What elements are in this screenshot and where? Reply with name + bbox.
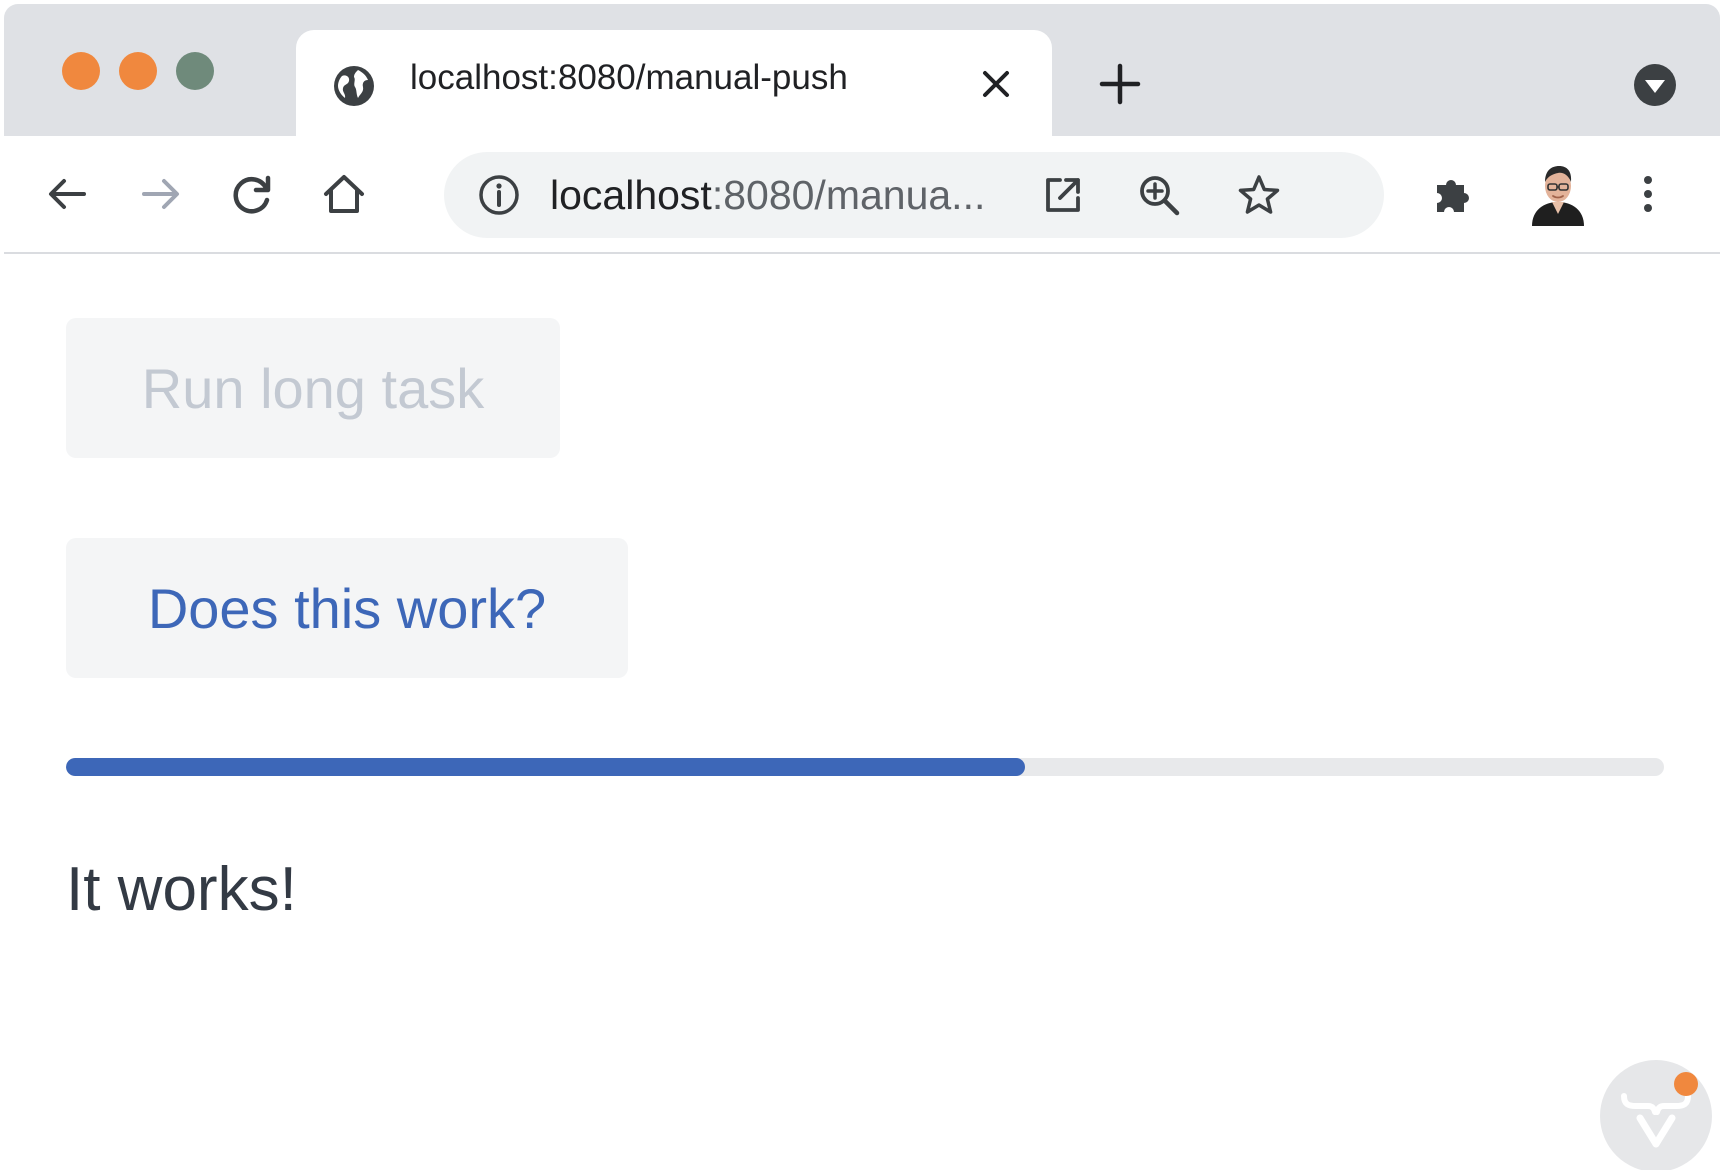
forward-arrow-icon[interactable]: [136, 170, 184, 218]
window-close-button[interactable]: [62, 52, 100, 90]
address-bar[interactable]: localhost:8080/manua...: [444, 152, 1384, 238]
progress-bar-fill: [66, 758, 1025, 776]
tab-title: localhost:8080/manual-push: [410, 58, 848, 97]
url-path: :8080/manua...: [711, 172, 986, 218]
tab-search-chevron-icon[interactable]: [1632, 62, 1678, 108]
profile-avatar[interactable]: [1528, 160, 1588, 226]
window-zoom-button[interactable]: [176, 52, 214, 90]
zoom-in-icon[interactable]: [1136, 172, 1182, 218]
reload-icon[interactable]: [228, 170, 276, 218]
kebab-menu-icon[interactable]: [1624, 170, 1672, 218]
vaadin-dev-tools-button[interactable]: [1600, 1060, 1712, 1170]
url-host: localhost: [550, 172, 712, 218]
notification-dot: [1674, 1072, 1698, 1096]
url-text[interactable]: localhost:8080/manua...: [550, 172, 985, 219]
puzzle-icon[interactable]: [1428, 170, 1476, 218]
new-tab-plus-icon[interactable]: [1098, 62, 1142, 106]
info-icon[interactable]: [478, 174, 520, 216]
browser-window: localhost:8080/manual-push localhost:808…: [4, 4, 1720, 1170]
globe-icon: [334, 66, 374, 106]
tab-strip: localhost:8080/manual-push: [4, 4, 1720, 136]
open-in-new-icon[interactable]: [1040, 172, 1086, 218]
star-icon[interactable]: [1236, 172, 1282, 218]
status-message: It works!: [66, 855, 297, 924]
progress-bar: [66, 758, 1664, 776]
back-arrow-icon[interactable]: [44, 170, 92, 218]
tab-active[interactable]: localhost:8080/manual-push: [296, 30, 1052, 136]
home-icon[interactable]: [320, 170, 368, 218]
close-icon[interactable]: [976, 64, 1016, 104]
browser-toolbar: localhost:8080/manua...: [4, 136, 1720, 254]
does-this-work-button[interactable]: Does this work?: [66, 538, 628, 678]
page-content: Run long task Does this work? It works!: [4, 254, 1720, 1170]
run-long-task-button[interactable]: Run long task: [66, 318, 560, 458]
window-minimize-button[interactable]: [119, 52, 157, 90]
